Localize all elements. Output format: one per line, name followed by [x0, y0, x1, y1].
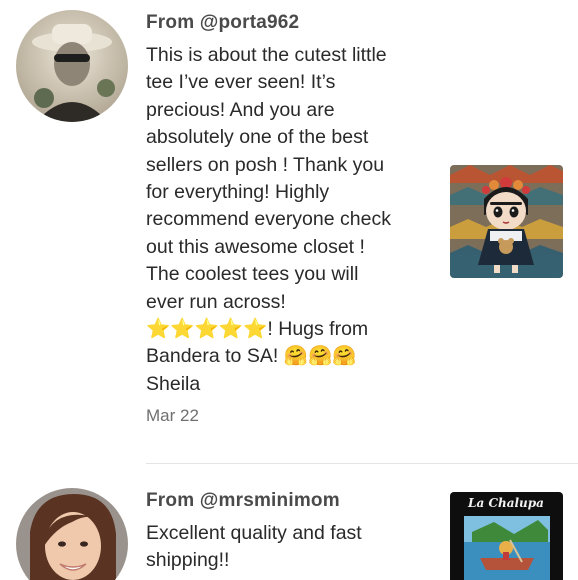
la-chalupa-tee-image: La Chalupa: [450, 492, 563, 580]
review-item: From @mrsminimom Excellent quality and f…: [0, 464, 578, 580]
review-item: From @porta962 This is about the cutest …: [0, 0, 578, 462]
avatar[interactable]: [16, 488, 128, 580]
avatar[interactable]: [16, 10, 128, 122]
product-thumbnail[interactable]: La Chalupa: [450, 492, 563, 580]
product-thumbnail[interactable]: [450, 165, 563, 278]
review-date: Mar 22: [146, 406, 199, 425]
review-text: Excellent quality and fast shipping!!: [146, 522, 362, 572]
review-text: This is about the cutest little tee I’ve…: [146, 44, 391, 395]
avatar-image: [16, 10, 128, 122]
avatar-image: [16, 488, 128, 580]
review-author[interactable]: From @mrsminimom: [146, 490, 340, 512]
thumbnail-title: La Chalupa: [467, 496, 544, 510]
frida-tee-image: [450, 165, 563, 278]
review-author[interactable]: From @porta962: [146, 12, 299, 34]
